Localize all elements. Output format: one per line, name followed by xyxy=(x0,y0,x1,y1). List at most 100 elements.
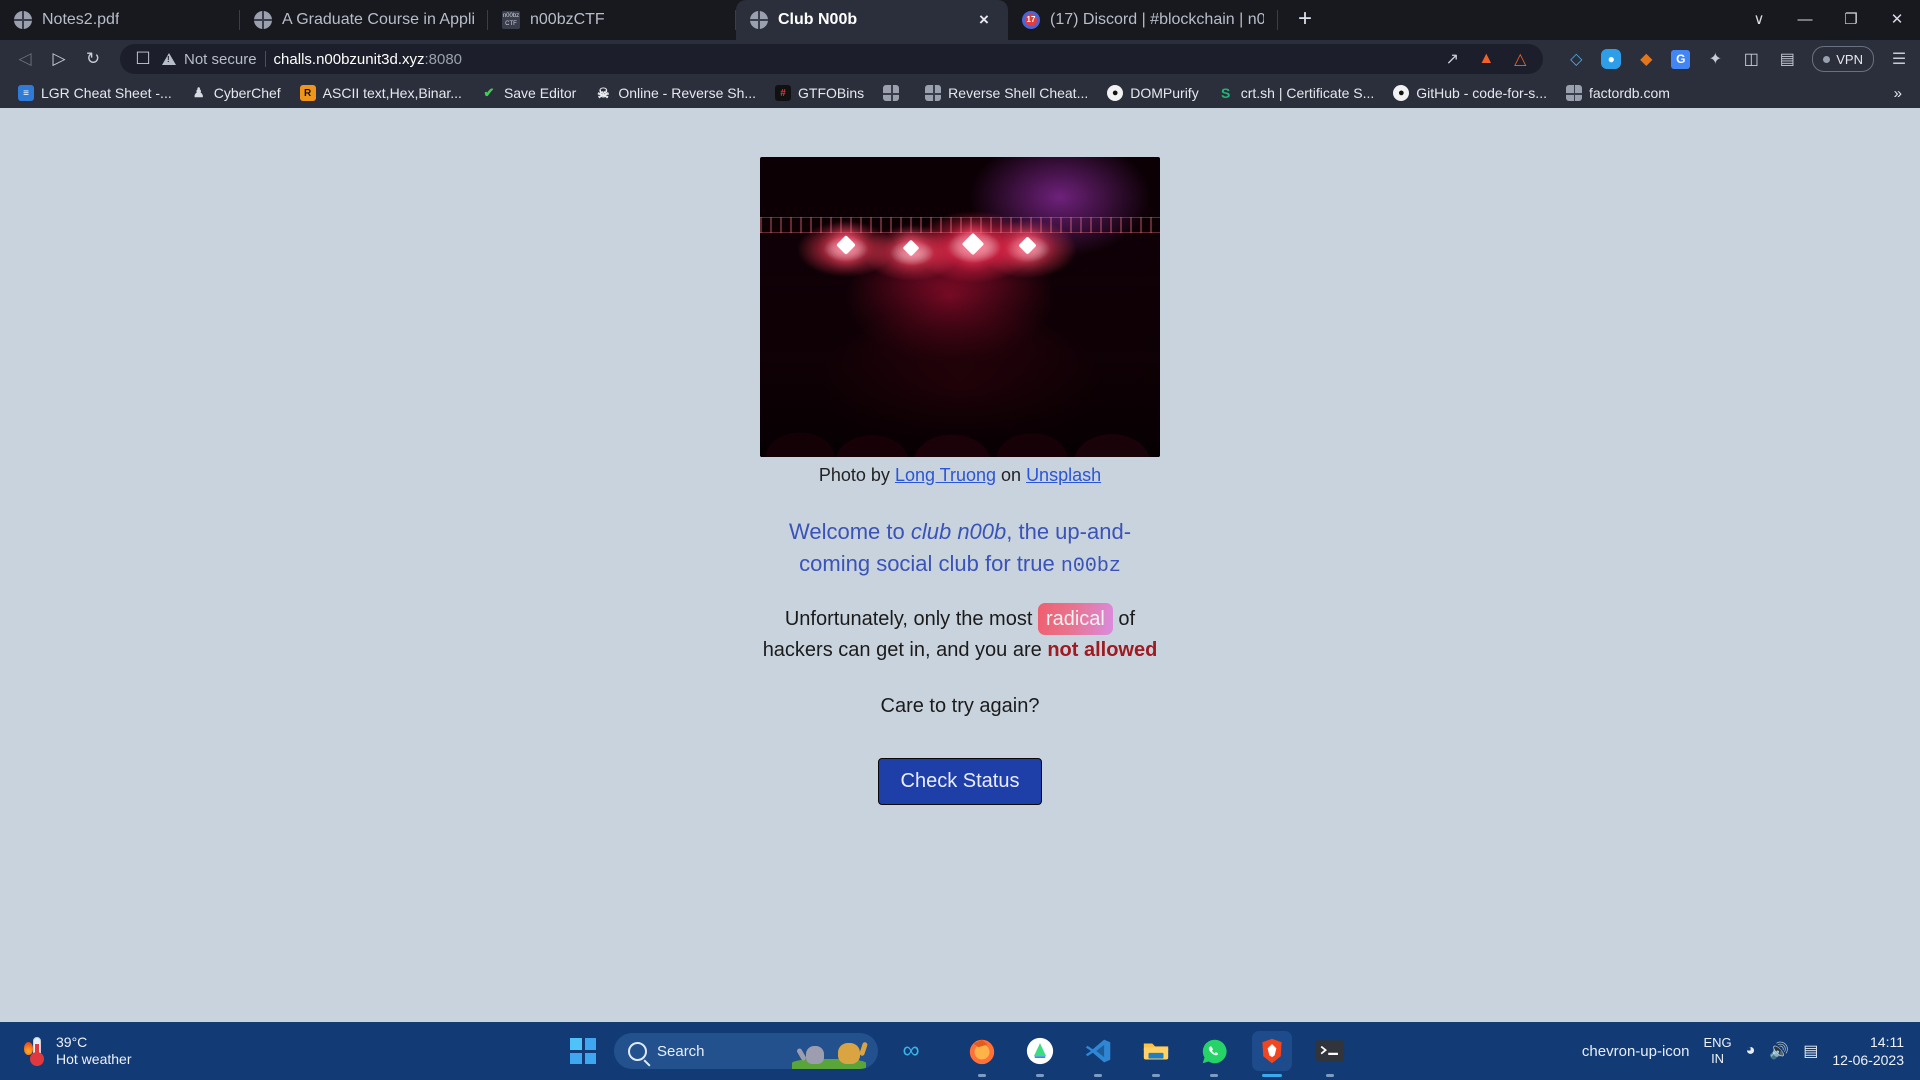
taskbar-app-whatsapp[interactable] xyxy=(1194,1031,1234,1077)
brave-rewards-icon[interactable]: △ xyxy=(1509,48,1531,70)
bookmark-label: GTFOBins xyxy=(798,85,865,101)
bookmark-ascii-hex-binary[interactable]: R ASCII text,Hex,Binar... xyxy=(292,82,470,104)
wifi-icon[interactable]: ◕ xyxy=(1746,1042,1756,1060)
browser-tab-discord[interactable]: 17 (17) Discord | #blockchain | n00bzCTF xyxy=(1008,0,1278,40)
photo-credit: Photo by Long Truong on Unsplash xyxy=(760,465,1160,486)
vpn-button[interactable]: VPN xyxy=(1812,46,1874,72)
bookmarks-overflow-button[interactable]: » xyxy=(1886,85,1910,102)
taskbar-apps xyxy=(962,1031,1350,1077)
club-crowd-photo xyxy=(760,157,1160,457)
welcome-message: Welcome to club n00b, the up-and-coming … xyxy=(760,516,1160,581)
taskbar-app-file-explorer[interactable] xyxy=(1136,1031,1176,1077)
hamburger-menu-icon[interactable]: ☰ xyxy=(1888,48,1910,70)
crowd-silhouettes xyxy=(760,283,1160,457)
taskbar-center: Search ∞ xyxy=(570,1031,1350,1077)
bookmark-label: crt.sh | Certificate S... xyxy=(1240,85,1375,101)
water-drop-extension-icon[interactable]: ◇ xyxy=(1565,48,1587,70)
back-button[interactable]: ◁ xyxy=(10,44,40,74)
stage-truss xyxy=(760,217,1160,233)
github-icon: ● xyxy=(1107,85,1124,101)
globe-icon xyxy=(925,85,942,101)
tab-title: (17) Discord | #blockchain | n00bzCTF xyxy=(1050,11,1264,28)
bookmark-icon[interactable]: ☐ xyxy=(132,44,154,74)
bookmark-github-code-for-s[interactable]: ● GitHub - code-for-s... xyxy=(1385,82,1555,104)
weather-temperature: 39°C xyxy=(56,1034,88,1050)
bookmark-save-editor[interactable]: ✔ Save Editor xyxy=(473,82,584,104)
sidebar-toggle-icon[interactable]: ◫ xyxy=(1740,48,1762,70)
close-window-button[interactable]: ✕ xyxy=(1874,0,1920,40)
taskbar-app-firefox[interactable] xyxy=(962,1031,1002,1077)
bookmark-lgr-cheat-sheet[interactable]: ≡ LGR Cheat Sheet -... xyxy=(10,82,180,104)
taskbar-app-vs-code[interactable] xyxy=(1078,1031,1118,1077)
language-region: IN xyxy=(1711,1051,1725,1066)
brave-browser-window: Notes2.pdf A Graduate Course in Applied … xyxy=(0,0,1920,1022)
tab-search-icon[interactable]: ∨ xyxy=(1736,0,1782,40)
page-content: Photo by Long Truong on Unsplash Welcome… xyxy=(760,108,1160,805)
welcome-part1: Welcome to xyxy=(788,519,911,544)
cat-and-dog-illustration xyxy=(792,1041,866,1069)
brave-lion-icon[interactable]: ▲ xyxy=(1475,48,1497,70)
save-editor-icon: ✔ xyxy=(483,85,495,100)
vpn-status-dot xyxy=(1823,55,1831,63)
thermometer-hot-icon xyxy=(24,1036,46,1066)
metamask-extension-icon[interactable]: ◆ xyxy=(1635,48,1657,70)
bookmark-label: Online - Reverse Sh... xyxy=(618,85,757,101)
bookmark-factordb[interactable]: factordb.com xyxy=(1558,82,1678,104)
weather-widget[interactable]: 39°C Hot weather xyxy=(0,1034,131,1068)
stage-light xyxy=(961,232,985,256)
new-tab-button[interactable]: + xyxy=(1288,3,1322,37)
bookmark-gtfobins[interactable]: # GTFOBins xyxy=(767,82,872,104)
bookmark-label: Reverse Shell Cheat... xyxy=(948,85,1089,101)
globe-icon xyxy=(254,11,272,29)
address-bar[interactable]: ☐ Not secure challs.n00bzunit3d.xyz:8080… xyxy=(120,44,1544,74)
url-port: :8080 xyxy=(424,50,463,68)
browser-tab-notes2[interactable]: Notes2.pdf xyxy=(0,0,240,40)
bookmark-crtsh[interactable]: Scrt.sh | Certificate S... xyxy=(1210,82,1383,104)
tab-close-icon[interactable]: × xyxy=(974,10,994,30)
check-status-button[interactable]: Check Status xyxy=(877,757,1043,805)
extensions-puzzle-icon[interactable]: ✦ xyxy=(1704,48,1726,70)
stage-light xyxy=(836,235,856,255)
firefox-icon xyxy=(969,1039,995,1065)
chevron-up-icon[interactable]: chevron-up-icon xyxy=(1582,1043,1690,1060)
bookmark-dompurify[interactable]: ● DOMPurify xyxy=(1099,82,1206,104)
share-icon[interactable]: ↗ xyxy=(1441,48,1463,70)
photo-author-link[interactable]: Long Truong xyxy=(895,465,996,485)
tab-strip: Notes2.pdf A Graduate Course in Applied … xyxy=(0,0,1920,40)
copilot-infinity-icon[interactable]: ∞ xyxy=(896,1036,926,1066)
google-translate-extension-icon[interactable]: G xyxy=(1671,49,1691,69)
browser-tab-club-n00b[interactable]: Club N00b × xyxy=(736,0,1008,40)
tab-divider xyxy=(1277,10,1278,30)
taskbar-app-brave-browser[interactable] xyxy=(1252,1031,1292,1077)
bookmark-reverse-shell-cheatsheet[interactable]: Reverse Shell Cheat... xyxy=(917,82,1096,104)
brave-wallet-icon[interactable]: ▤ xyxy=(1776,48,1798,70)
stage-light xyxy=(1018,236,1037,255)
warning-triangle-icon xyxy=(162,53,176,65)
clock[interactable]: 14:11 12-06-2023 xyxy=(1832,1033,1904,1069)
taskbar-app-android-studio[interactable] xyxy=(1020,1031,1060,1077)
security-status-label: Not secure xyxy=(184,50,257,68)
minimize-button[interactable]: — xyxy=(1782,0,1828,40)
browser-tab-crypto-course[interactable]: A Graduate Course in Applied Cryptog xyxy=(240,0,488,40)
taskbar-app-terminal[interactable] xyxy=(1310,1031,1350,1077)
browser-tab-n00bzctf[interactable]: n00bz CTF n00bzCTF xyxy=(488,0,736,40)
discord-icon: 17 xyxy=(1022,11,1040,29)
unsplash-link[interactable]: Unsplash xyxy=(1026,465,1101,485)
battery-icon[interactable]: ▤ xyxy=(1803,1041,1818,1061)
rapidtables-icon: R xyxy=(299,85,316,101)
bookmark-online-reverse-shell[interactable]: ☠ Online - Reverse Sh... xyxy=(587,82,764,104)
retry-prompt: Care to try again? xyxy=(880,694,1040,717)
sui-wallet-extension-icon[interactable]: ● xyxy=(1601,49,1622,69)
reload-button[interactable]: ↻ xyxy=(78,44,108,74)
search-input[interactable]: Search xyxy=(614,1033,878,1069)
search-icon xyxy=(628,1041,647,1061)
maximize-button[interactable]: ❐ xyxy=(1828,0,1874,40)
bookmark-unnamed-globe[interactable] xyxy=(875,82,914,104)
windows-start-icon[interactable] xyxy=(570,1038,596,1064)
url-text: challs.n00bzunit3d.xyz:8080 xyxy=(274,51,462,68)
speaker-icon[interactable]: 🔊 xyxy=(1769,1041,1789,1061)
not-allowed-text: not allowed xyxy=(1047,638,1158,661)
bookmark-cyberchef[interactable]: ♟ CyberChef xyxy=(183,82,289,104)
language-indicator[interactable]: ENG IN xyxy=(1703,1035,1731,1067)
forward-button[interactable]: ▷ xyxy=(44,44,74,74)
